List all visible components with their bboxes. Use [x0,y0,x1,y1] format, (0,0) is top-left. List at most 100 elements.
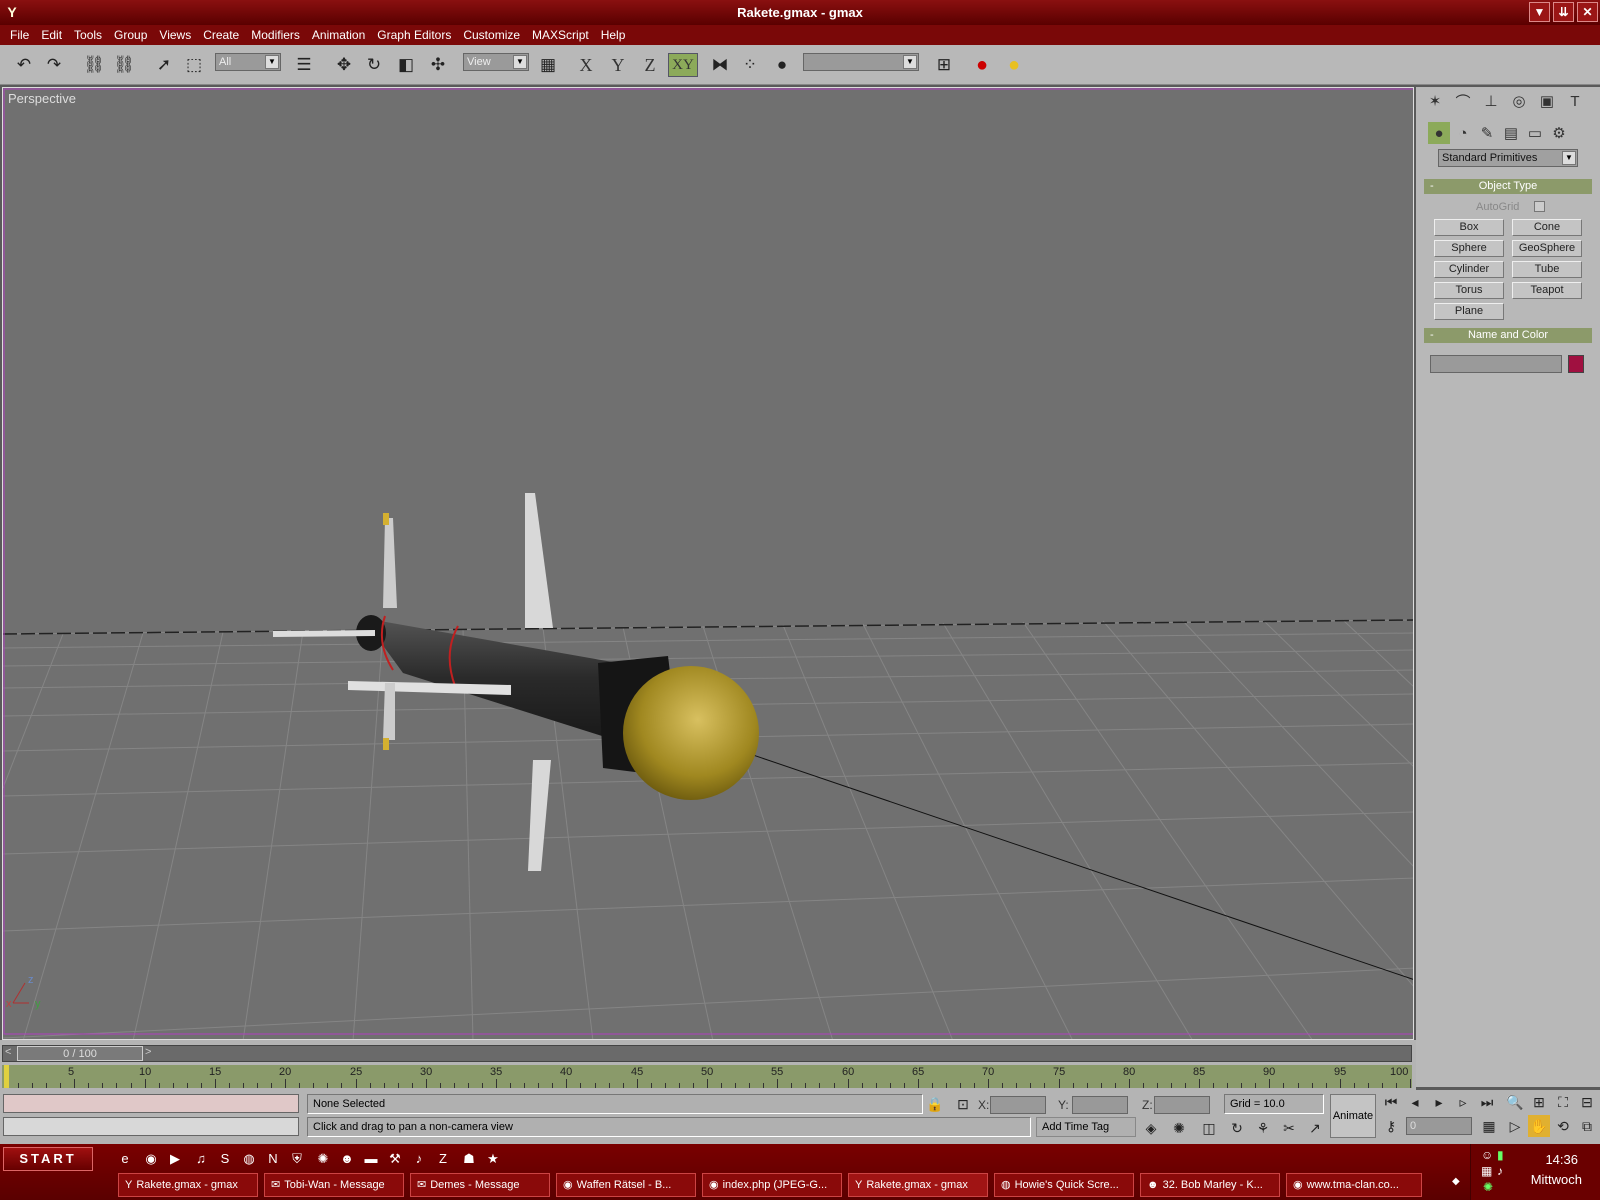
quicklaunch-media-icon[interactable]: ▶ [166,1150,184,1168]
unlink-icon[interactable]: ⛓ [112,53,136,77]
maxscript-output[interactable] [3,1117,299,1136]
go-to-end-icon[interactable]: ⏭ [1476,1091,1498,1113]
menu-views[interactable]: Views [153,28,197,42]
chevron-right-icon[interactable]: > [145,1046,151,1058]
array-icon[interactable]: ⁘ [738,53,762,77]
time-config-icon[interactable]: ▦ [1478,1115,1500,1137]
menu-animation[interactable]: Animation [306,28,371,42]
quicklaunch-tool-icon[interactable]: ⚒ [386,1150,404,1168]
spinner-snap-icon[interactable]: ↻ [1226,1117,1248,1139]
fov-icon[interactable]: ▷ [1504,1115,1526,1137]
tray-gear-icon[interactable]: ✺ [1483,1180,1493,1194]
quicklaunch-music-icon[interactable]: ♪ [410,1150,428,1168]
play-icon[interactable]: ▸ [1428,1091,1450,1113]
geometry-icon[interactable]: ● [1428,122,1450,144]
arc-rotate-icon[interactable]: ⟲ [1552,1115,1574,1137]
shapes-icon[interactable]: ◔ [1452,122,1474,144]
axis-y-button[interactable]: Y [606,53,630,77]
material-editor-icon[interactable]: ● [970,53,994,77]
hierarchy-tab-icon[interactable]: ⊥ [1480,90,1502,112]
plane-button[interactable]: Plane [1434,303,1504,320]
key-mode-icon[interactable]: ⚘ [1252,1117,1274,1139]
chevron-left-icon[interactable]: < [5,1046,11,1058]
reference-coordinate-dropdown[interactable]: View ▼ [463,53,529,71]
key-icon[interactable]: ⚷ [1380,1115,1402,1137]
display-tab-icon[interactable]: ▣ [1536,90,1558,112]
align-icon[interactable]: ● [770,53,794,77]
menu-graph-editors[interactable]: Graph Editors [371,28,457,42]
restore-button[interactable]: ⇊ [1553,2,1574,22]
quicklaunch-shield-icon[interactable]: ⛨ [288,1150,306,1168]
perspective-viewport[interactable]: Perspective z x y [2,87,1414,1040]
menu-group[interactable]: Group [108,28,153,42]
link-icon[interactable]: ⛓ [82,53,106,77]
zoom-extents-icon[interactable]: ⛶ [1552,1091,1574,1113]
tray-status-icon[interactable]: ▮ [1497,1148,1504,1162]
quicklaunch-ie-icon[interactable]: e [116,1150,134,1168]
snap-icon[interactable]: ◈ [1140,1117,1162,1139]
undo-icon[interactable]: ↶ [12,53,36,77]
torus-button[interactable]: Torus [1434,282,1504,299]
quicklaunch-robot-icon[interactable]: ☗ [460,1150,478,1168]
quicklaunch-n-icon[interactable]: N [264,1150,282,1168]
space-warps-icon[interactable]: ⚙ [1548,122,1570,144]
quicklaunch-headphones-icon[interactable]: ♫ [192,1150,210,1168]
absolute-mode-icon[interactable]: ⊡ [952,1093,974,1115]
quicklaunch-browser-icon[interactable]: ◍ [240,1150,258,1168]
menu-help[interactable]: Help [595,28,632,42]
maximize-viewport-icon[interactable]: ⧉ [1576,1115,1598,1137]
teapot-button[interactable]: Teapot [1512,282,1582,299]
add-time-tag[interactable]: Add Time Tag [1036,1117,1136,1137]
zoom-icon[interactable]: 🔍 [1504,1091,1526,1113]
next-frame-icon[interactable]: ▹ [1452,1091,1474,1113]
task-rakete-gmax-active[interactable]: Y Rakete.gmax - gmax [848,1173,988,1197]
schematic-view-icon[interactable]: ⊞ [932,53,956,77]
scale-icon[interactable]: ◧ [394,53,418,77]
time-slider[interactable]: < 0 / 100 > [2,1045,1412,1062]
zoom-all-icon[interactable]: ⊞ [1528,1091,1550,1113]
pivot-center-icon[interactable]: ▦ [536,53,560,77]
mirror-icon[interactable]: ⧓ [708,53,732,77]
task-demes-message[interactable]: ✉ Demes - Message [410,1173,550,1197]
object-name-input[interactable] [1430,355,1562,373]
go-to-start-icon[interactable]: ⏮ [1380,1091,1402,1113]
helpers-icon[interactable]: ▭ [1524,122,1546,144]
tray-messenger-icon[interactable]: ☺ [1481,1148,1493,1162]
rotate-icon[interactable]: ↻ [362,53,386,77]
time-slider-thumb[interactable]: 0 / 100 [17,1046,143,1061]
box-button[interactable]: Box [1434,219,1504,236]
task-rakete-gmax[interactable]: Y Rakete.gmax - gmax [118,1173,258,1197]
name-color-rollout-header[interactable]: - Name and Color [1424,328,1592,343]
percent-snap-icon[interactable]: ◫ [1198,1117,1220,1139]
quicklaunch-z-icon[interactable]: Z [434,1150,452,1168]
select-arrow-icon[interactable]: ➚ [152,53,176,77]
quicklaunch-gear-icon[interactable]: ✺ [314,1150,332,1168]
modify-tab-icon[interactable]: ⌒ [1452,90,1474,112]
menu-file[interactable]: File [4,28,35,42]
named-selection-dropdown[interactable]: ▼ [803,53,919,71]
task-tobi-wan-message[interactable]: ✉ Tobi-Wan - Message [264,1173,404,1197]
manipulate-icon[interactable]: ✣ [426,53,450,77]
menu-tools[interactable]: Tools [68,28,108,42]
menu-modifiers[interactable]: Modifiers [245,28,306,42]
menu-edit[interactable]: Edit [35,28,68,42]
clock-time[interactable]: 14:36 [1545,1152,1578,1167]
selection-lock-icon[interactable]: ✂ [1278,1117,1300,1139]
quicklaunch-folder-icon[interactable]: ▬ [362,1150,380,1168]
tube-button[interactable]: Tube [1512,261,1582,278]
rocket-model[interactable] [273,493,759,871]
motion-tab-icon[interactable]: ◎ [1508,90,1530,112]
sphere-button[interactable]: Sphere [1434,240,1504,257]
autogrid-checkbox[interactable] [1534,201,1545,212]
menu-create[interactable]: Create [197,28,245,42]
quicklaunch-game-icon[interactable]: ☻ [338,1150,356,1168]
z-coordinate-input[interactable] [1154,1096,1210,1114]
quicklaunch-skype-icon[interactable]: S [216,1150,234,1168]
object-color-swatch[interactable] [1568,355,1584,373]
x-coordinate-input[interactable] [990,1096,1046,1114]
previous-frame-icon[interactable]: ◂ [1404,1091,1426,1113]
pan-hand-icon[interactable]: ✋ [1528,1115,1550,1137]
axis-x-button[interactable]: X [574,53,598,77]
render-icon[interactable]: ● [1002,53,1026,77]
region-select-icon[interactable]: ⬚ [182,53,206,77]
